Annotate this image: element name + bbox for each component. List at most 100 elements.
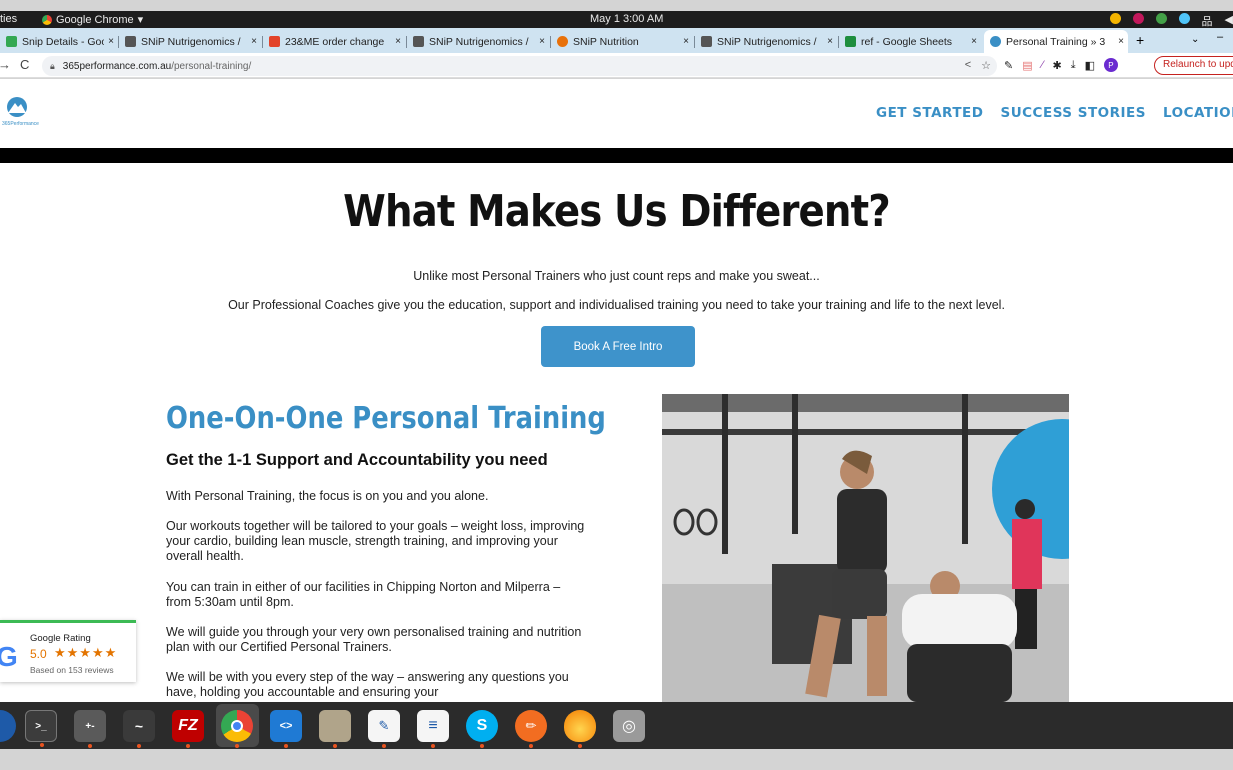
skype-icon[interactable]: S	[466, 710, 498, 748]
section-title: One-On-One Personal Training	[166, 401, 606, 436]
rating-review-count: Based on 153 reviews	[30, 665, 114, 675]
365-performance-icon	[990, 36, 1001, 47]
address-bar-row: → C 🔒︎ 365performance.com.au/personal-tr…	[0, 53, 1233, 78]
main-nav: GET STARTED SUCCESS STORIES LOCATIONS ⌄	[876, 105, 1233, 121]
new-tab-icon[interactable]: +	[1136, 32, 1144, 48]
pencil-app-glyph: ✏	[525, 718, 537, 733]
close-icon[interactable]: ×	[967, 36, 981, 47]
extensions-area: ✎ ▤ ⁄ ✱ ⤓ ◧ P	[1004, 58, 1118, 72]
rating-score: 5.0	[30, 647, 47, 661]
vscode-glyph: <>	[279, 720, 293, 732]
close-icon[interactable]: ×	[247, 36, 261, 47]
bookmark-star-icon[interactable]: ☆	[981, 59, 991, 72]
page-title: What Makes Us Different?	[343, 186, 891, 237]
files-icon[interactable]	[319, 710, 351, 748]
browser-tab-bar: Snip Details - Google × SNiP Nutrigenomi…	[0, 28, 1233, 53]
rating-label: Google Rating	[30, 633, 91, 644]
text-editor-glyph: ✎	[378, 718, 390, 733]
tab-ref-sheets[interactable]: ref - Google Sheets ×	[839, 30, 981, 53]
tab-title: SNiP Nutrigenomics /	[141, 35, 241, 48]
volume-icon[interactable]: ◀	[1225, 13, 1233, 29]
tab-search-chevron-icon[interactable]: ⌄	[1191, 34, 1199, 45]
minimize-icon[interactable]: –	[1217, 31, 1223, 43]
system-top-bar: ties Google Chrome ▾ May 1 3:00 AM 品 ◀	[0, 11, 1233, 28]
google-rating-widget[interactable]: G Google Rating 5.0 ★★★★★ Based on 153 r…	[0, 620, 136, 682]
header-divider-band	[0, 148, 1233, 163]
close-icon[interactable]: ×	[391, 36, 405, 47]
tab-title: SNiP Nutrition	[573, 35, 639, 48]
tab-23andme[interactable]: 23&ME order change ×	[263, 30, 405, 53]
nav-success-stories[interactable]: SUCCESS STORIES	[1000, 105, 1146, 121]
relaunch-button[interactable]: Relaunch to upd	[1154, 56, 1233, 75]
tab-snip-nutrigenomics-1[interactable]: SNiP Nutrigenomics / ×	[119, 30, 261, 53]
logo-text: 365Performance	[2, 121, 39, 127]
tab-title: ref - Google Sheets	[861, 35, 953, 48]
url-domain: 365performance.com.au	[62, 60, 172, 72]
flame-app-icon[interactable]	[564, 710, 596, 748]
pen-extension-icon[interactable]: ⁄	[1042, 59, 1044, 71]
close-icon[interactable]: ×	[535, 36, 549, 47]
reload-icon[interactable]: C	[20, 57, 29, 72]
sync-tray-icon[interactable]	[1178, 13, 1190, 24]
chrome-tray-icon[interactable]	[1109, 13, 1121, 24]
hero-subtitle-1: Unlike most Personal Trainers who just c…	[413, 269, 820, 283]
tab-snip-details[interactable]: Snip Details - Google ×	[0, 30, 118, 53]
tab-snip-nutrition[interactable]: SNiP Nutrition ×	[551, 30, 693, 53]
terminal-icon[interactable]: >_	[25, 710, 57, 747]
tab-title: SNiP Nutrigenomics /	[429, 35, 529, 48]
green-tray-icon[interactable]	[1155, 13, 1167, 24]
site-logo[interactable]: 365Performance	[2, 97, 42, 129]
paragraph-1: With Personal Training, the focus is on …	[166, 489, 489, 503]
close-icon[interactable]: ×	[104, 36, 118, 47]
app-menu[interactable]: Google Chrome ▾	[42, 13, 143, 26]
snip-nutrition-icon	[557, 36, 568, 47]
pencil-app-icon[interactable]: ✏	[515, 710, 547, 748]
filezilla-icon[interactable]: FZ	[172, 710, 204, 748]
nav-locations-label: LOCATIONS	[1163, 105, 1233, 121]
paragraph-3: You can train in either of our facilitie…	[166, 580, 561, 609]
color-tray-icon[interactable]	[1132, 13, 1144, 24]
share-icon[interactable]: <	[965, 59, 971, 72]
system-monitor-icon[interactable]: ~	[123, 710, 155, 748]
system-monitor-glyph: ~	[134, 718, 144, 734]
nav-locations[interactable]: LOCATIONS ⌄	[1163, 105, 1233, 121]
chrome-icon[interactable]	[221, 710, 253, 748]
nav-get-started[interactable]: GET STARTED	[876, 105, 983, 121]
lock-icon[interactable]: 🔒︎	[50, 61, 55, 72]
tab-personal-training[interactable]: Personal Training » 3 ×	[984, 30, 1128, 53]
pdf-extension-icon[interactable]: ▤	[1022, 59, 1032, 72]
tab-title: Personal Training » 3	[1006, 35, 1106, 48]
mountain-logo-icon	[7, 97, 27, 117]
clock[interactable]: May 1 3:00 AM	[590, 13, 663, 25]
system-tray[interactable]: 品 ◀	[1109, 13, 1233, 29]
close-icon[interactable]: ×	[823, 36, 837, 47]
paragraph-5: We will be with you every step of the wa…	[166, 670, 569, 699]
activities-button[interactable]: ties	[0, 13, 17, 25]
profile-avatar[interactable]: P	[1103, 58, 1118, 72]
text-editor-icon[interactable]: ✎	[368, 710, 400, 748]
url-field[interactable]: 🔒︎ 365performance.com.au/personal-traini…	[42, 56, 997, 76]
sheets-icon	[845, 36, 856, 47]
forward-arrow-icon[interactable]: →	[0, 57, 11, 72]
disk-app-icon[interactable]: ◎	[613, 710, 645, 742]
book-free-intro-button[interactable]: Book A Free Intro	[541, 326, 695, 367]
calculator-icon[interactable]: +-	[74, 710, 106, 748]
tab-title: 23&ME order change	[285, 35, 385, 48]
tab-snip-nutrigenomics-2[interactable]: SNiP Nutrigenomics / ×	[407, 30, 549, 53]
paragraph-2: Our workouts together will be tailored t…	[166, 519, 585, 563]
firefox-icon[interactable]	[0, 710, 16, 742]
close-icon[interactable]: ×	[1114, 36, 1128, 47]
url-path: /personal-training/	[171, 60, 252, 72]
caret-down-icon: ▾	[137, 14, 144, 26]
puzzle-extensions-icon[interactable]: ✱	[1052, 59, 1061, 72]
network-icon[interactable]: 品	[1202, 13, 1213, 29]
disk-app-glyph: ◎	[622, 718, 636, 735]
tab-title: SNiP Nutrigenomics /	[717, 35, 817, 48]
tab-snip-nutrigenomics-3[interactable]: SNiP Nutrigenomics / ×	[695, 30, 837, 53]
close-icon[interactable]: ×	[679, 36, 693, 47]
writer-icon[interactable]: ≡	[417, 710, 449, 748]
eyedropper-extension-icon[interactable]: ✎	[1004, 59, 1013, 72]
side-panel-icon[interactable]: ◧	[1085, 59, 1095, 72]
download-icon[interactable]: ⤓	[1071, 59, 1076, 72]
vscode-icon[interactable]: <>	[270, 710, 302, 748]
